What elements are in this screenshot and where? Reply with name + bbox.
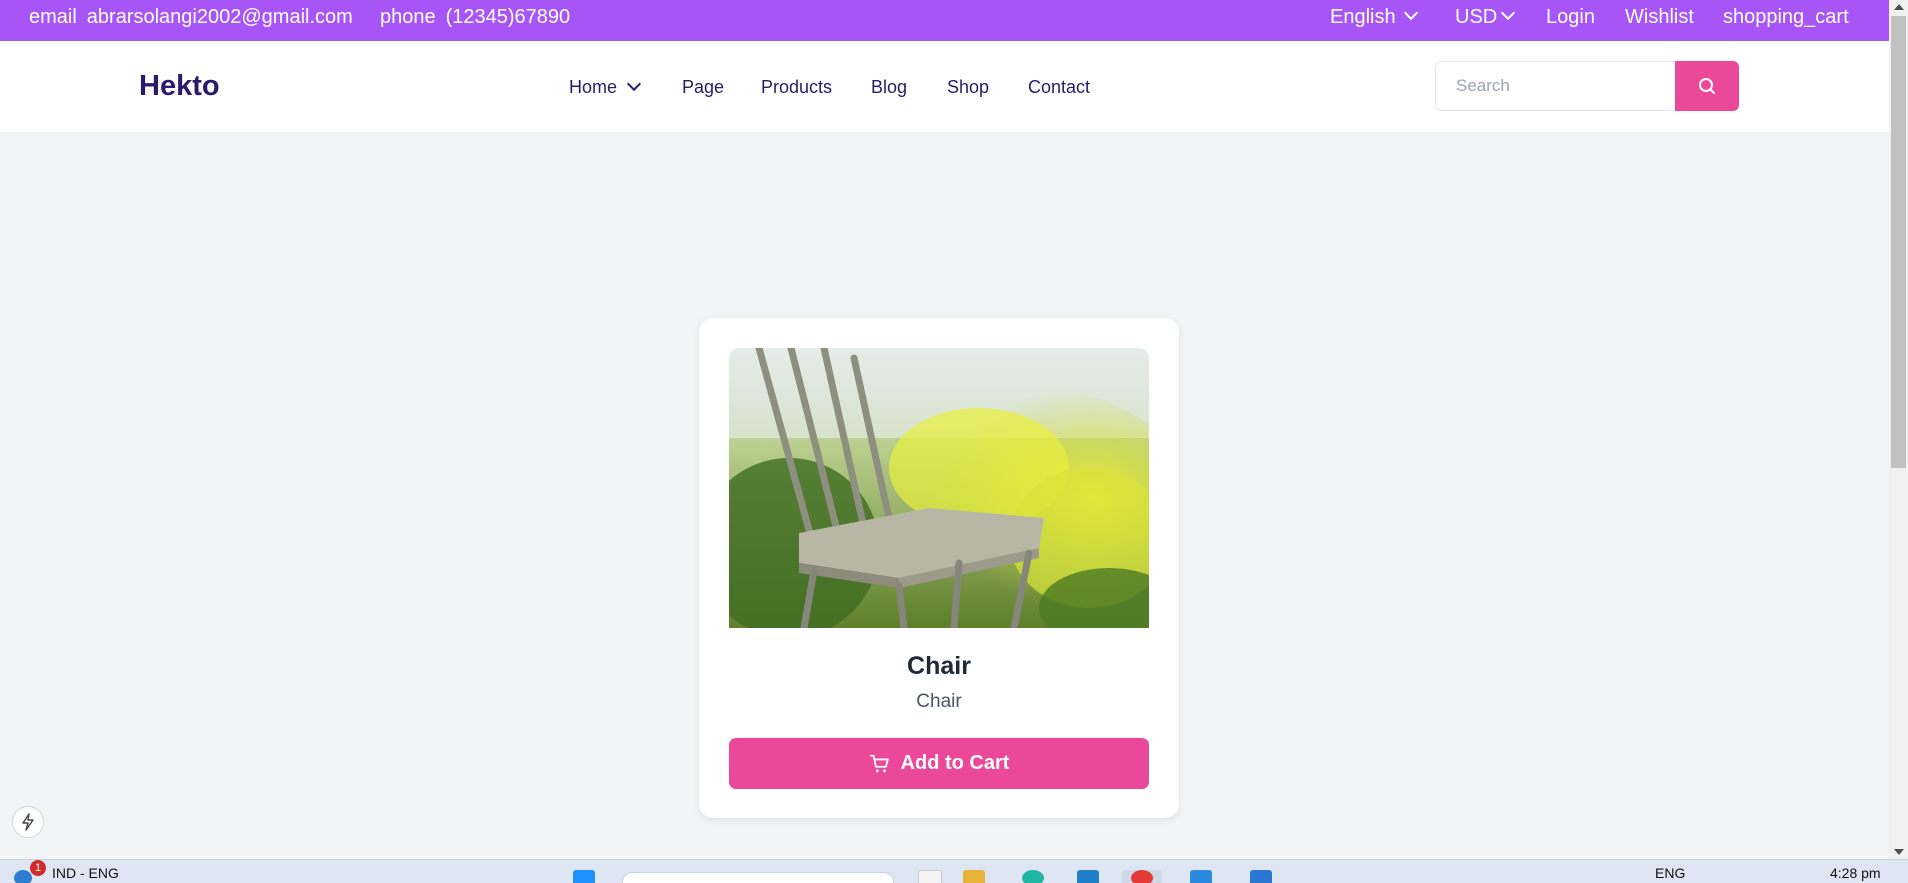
- chair-photo: [729, 348, 1149, 628]
- product-title: Chair: [907, 652, 971, 680]
- nav-item-label: Home: [569, 77, 618, 97]
- cart-icon: [869, 754, 889, 772]
- phone-contact[interactable]: phone (12345)67890: [380, 6, 580, 29]
- input-language[interactable]: IND - ENG: [52, 865, 119, 881]
- shopping-cart-link[interactable]: shopping_cart: [1723, 6, 1849, 29]
- nav-item-shop[interactable]: Shop: [947, 77, 989, 98]
- email-text: abrarsolangi2002@gmail.com: [86, 6, 353, 28]
- windows-start-icon[interactable]: [573, 870, 595, 883]
- notification-badge: 1: [30, 860, 46, 876]
- add-to-cart-button[interactable]: Add to Cart: [729, 738, 1149, 789]
- os-taskbar: 1 IND - ENG ENG 4:28 pm: [0, 859, 1908, 883]
- scrollbar-thumb[interactable]: [1891, 16, 1906, 468]
- lightning-icon[interactable]: [12, 806, 44, 838]
- search-icon: [1699, 78, 1715, 94]
- scroll-down-icon[interactable]: [1894, 849, 1904, 855]
- folder-icon[interactable]: [963, 870, 985, 883]
- nav-item-contact[interactable]: Contact: [1028, 77, 1090, 98]
- phone-text: (12345)67890: [445, 6, 571, 28]
- store-icon[interactable]: [1077, 870, 1099, 883]
- tray-language[interactable]: ENG: [1655, 865, 1685, 881]
- chevron-down-icon: [626, 76, 642, 92]
- scroll-up-icon[interactable]: [1894, 4, 1904, 10]
- chevron-down-icon: [1501, 5, 1516, 21]
- language-label: English: [1330, 6, 1396, 28]
- currency-label: USD: [1455, 6, 1498, 28]
- search-button[interactable]: [1675, 61, 1739, 111]
- currency-select[interactable]: USD: [1455, 5, 1516, 29]
- product-subtitle: Chair: [916, 691, 962, 712]
- email-contact[interactable]: email abrarsolangi2002@gmail.com: [29, 6, 363, 29]
- product-card: Chair Chair Add to Cart: [699, 318, 1179, 818]
- weather-icon[interactable]: [14, 870, 32, 883]
- language-select[interactable]: English: [1330, 5, 1418, 29]
- browser-viewport: email abrarsolangi2002@gmail.com phone (12…: [0, 0, 1889, 859]
- main-navbar: Hekto Home Page Products Blog Shop Conta…: [0, 41, 1889, 132]
- taskbar-search-box[interactable]: [622, 872, 894, 883]
- add-to-cart-label: Add to Cart: [900, 752, 1010, 774]
- login-link[interactable]: Login: [1546, 6, 1595, 29]
- vertical-scrollbar[interactable]: [1889, 0, 1908, 859]
- chevron-down-icon: [1403, 5, 1418, 21]
- file-icon[interactable]: [918, 870, 942, 883]
- chrome-icon[interactable]: [1131, 870, 1153, 883]
- product-image[interactable]: [729, 348, 1149, 628]
- app-icon[interactable]: [1190, 870, 1212, 883]
- nav-item-products[interactable]: Products: [761, 77, 832, 98]
- nav-item-blog[interactable]: Blog: [871, 77, 907, 98]
- email-icon: email: [29, 6, 77, 28]
- nav-item-home[interactable]: Home: [569, 76, 642, 98]
- vscode-icon[interactable]: [1250, 870, 1272, 883]
- bolt-glyph: [22, 813, 34, 831]
- phone-icon: phone: [380, 6, 436, 28]
- edge-icon[interactable]: [1022, 870, 1044, 883]
- clock-time[interactable]: 4:28 pm: [1830, 865, 1881, 881]
- search-input[interactable]: [1435, 61, 1675, 111]
- nav-item-page[interactable]: Page: [682, 77, 724, 98]
- top-info-bar: email abrarsolangi2002@gmail.com phone (12…: [0, 0, 1889, 41]
- wishlist-link[interactable]: Wishlist: [1625, 6, 1694, 29]
- site-logo[interactable]: Hekto: [139, 70, 220, 103]
